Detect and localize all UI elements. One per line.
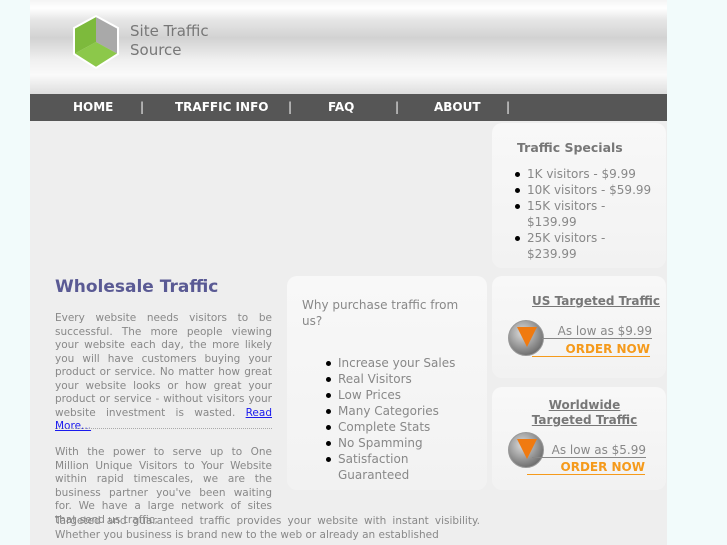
nav-about[interactable]: ABOUT [434, 100, 481, 114]
list-item: Real Visitors [326, 371, 478, 387]
nav-separator: | [506, 100, 511, 114]
specials-list: 1K visitors - $9.99 10K visitors - $59.9… [515, 166, 657, 262]
nav-separator: | [140, 100, 145, 114]
nav-faq[interactable]: FAQ [328, 100, 354, 114]
site-name-line1: Site Traffic [130, 22, 209, 40]
list-item: Low Prices [326, 387, 478, 403]
intro-text: Every website needs visitors to be succe… [55, 312, 272, 419]
us-order-now-button[interactable]: ORDER NOW [532, 342, 650, 357]
site-name-line2: Source [130, 41, 182, 59]
traffic-specials-box: Traffic Specials 1K visitors - $9.99 10K… [492, 123, 666, 268]
list-item: 25K visitors - $239.99 [515, 230, 657, 262]
main-nav: HOME | TRAFFIC INFO | FAQ | ABOUT | [30, 94, 667, 121]
nav-separator: | [395, 100, 400, 114]
list-item: 15K visitors - $139.99 [515, 198, 657, 230]
page-title: Wholesale Traffic [55, 277, 219, 297]
nav-home[interactable]: HOME [73, 100, 113, 114]
us-price: As low as $9.99 [542, 324, 652, 339]
header: Site Traffic Source [30, 0, 667, 94]
logo-cube-icon[interactable] [70, 14, 122, 72]
worldwide-traffic-link[interactable]: Worldwide Targeted Traffic [527, 398, 642, 428]
list-item: No Spamming [326, 435, 478, 451]
list-item: Satisfaction Guaranteed [326, 451, 478, 483]
page: Site Traffic Source HOME | TRAFFIC INFO |… [30, 0, 667, 545]
worldwide-traffic-offer: Worldwide Targeted Traffic As low as $5.… [492, 387, 666, 490]
nav-separator: | [288, 100, 293, 114]
worldwide-order-now-button[interactable]: ORDER NOW [527, 460, 645, 475]
divider [55, 428, 272, 429]
list-item: Increase your Sales [326, 355, 478, 371]
why-purchase-box: Why purchase traffic from us? Increase y… [287, 276, 487, 490]
targeted-paragraph: Targeted and guaranteed traffic provides… [55, 515, 480, 541]
list-item: Many Categories [326, 403, 478, 419]
specials-title: Traffic Specials [517, 140, 623, 155]
list-item: 10K visitors - $59.99 [515, 182, 657, 198]
list-item: 1K visitors - $9.99 [515, 166, 657, 182]
us-traffic-offer: US Targeted Traffic As low as $9.99 ORDE… [492, 276, 666, 378]
list-item: Complete Stats [326, 419, 478, 435]
intro-paragraph: Every website needs visitors to be succe… [55, 312, 272, 434]
why-title: Why purchase traffic from us? [302, 298, 459, 328]
us-traffic-link[interactable]: US Targeted Traffic [532, 294, 660, 309]
worldwide-price: As low as $5.99 [532, 443, 646, 458]
why-list: Increase your Sales Real Visitors Low Pr… [326, 355, 478, 483]
site-name[interactable]: Site Traffic Source [130, 22, 209, 60]
nav-traffic-info[interactable]: TRAFFIC INFO [175, 100, 268, 114]
